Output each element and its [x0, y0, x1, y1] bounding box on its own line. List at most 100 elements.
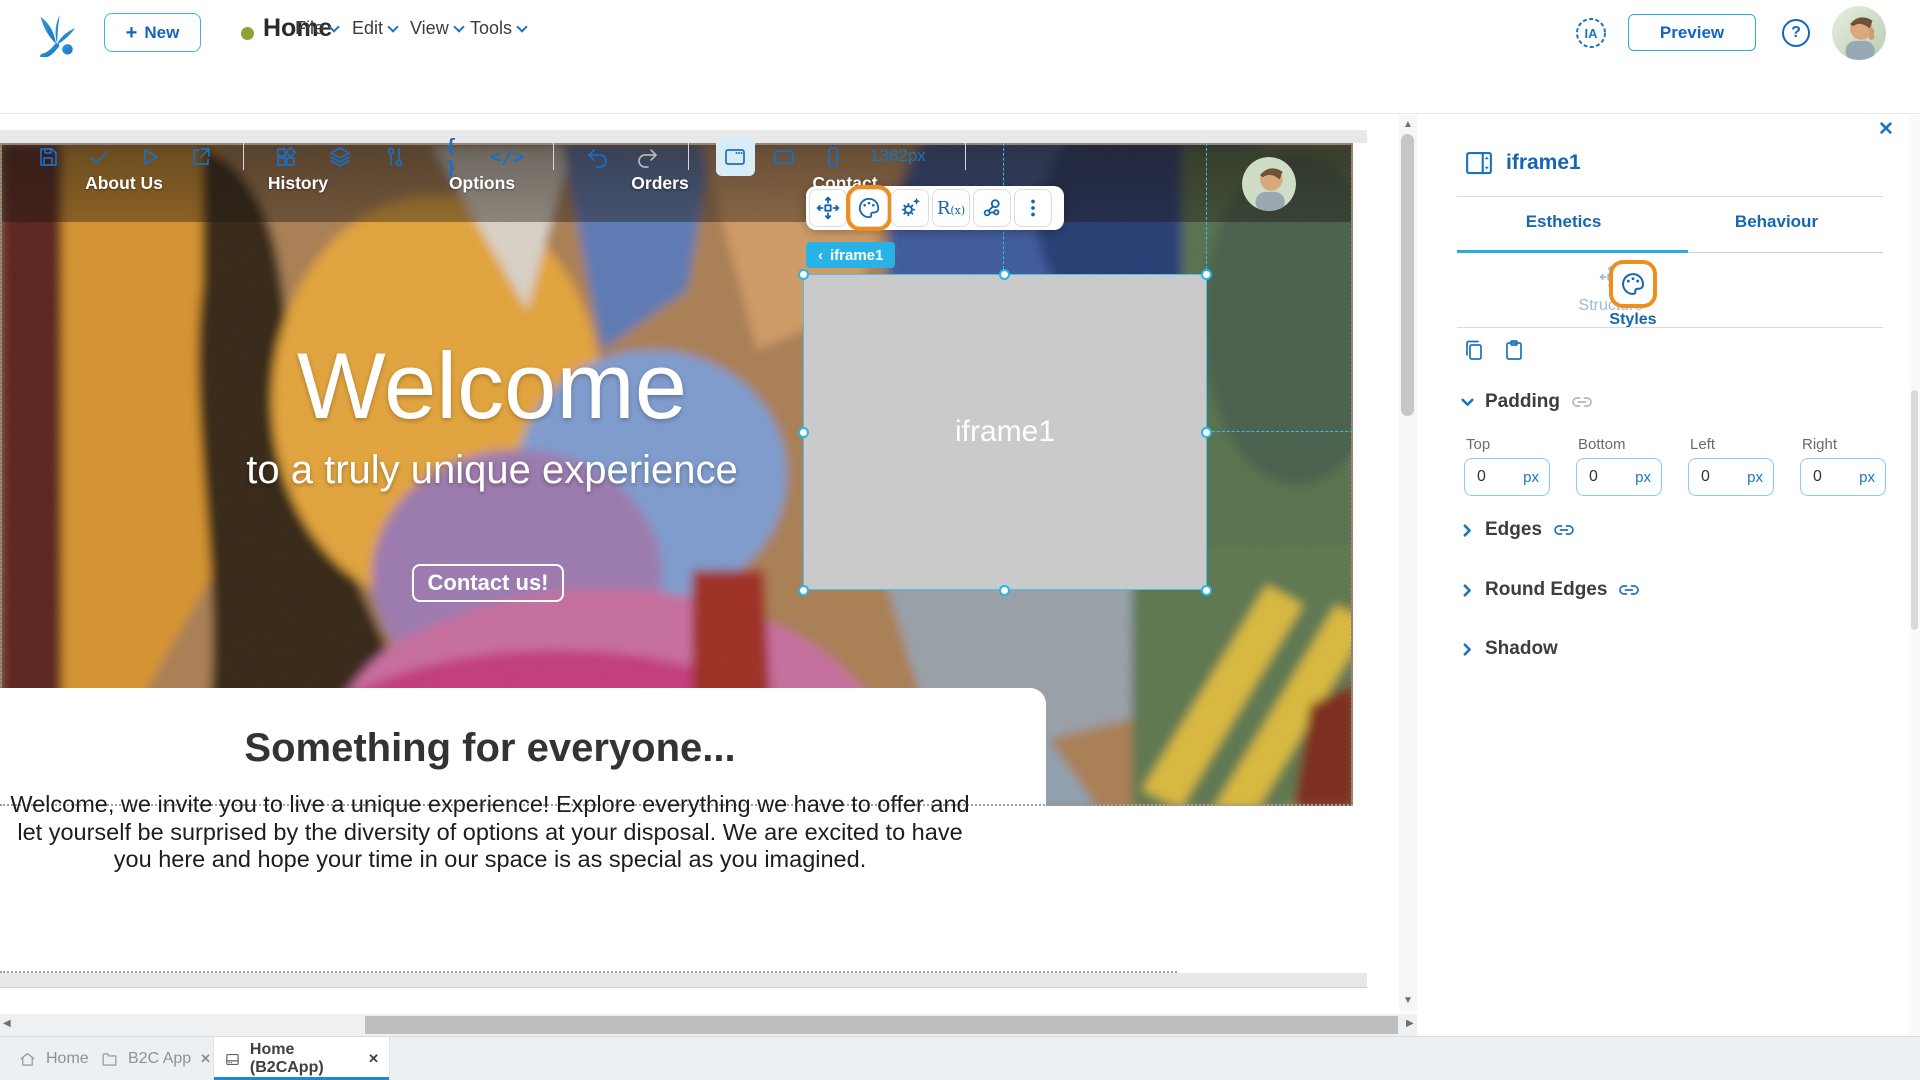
tab-home-b2capp[interactable]: Home (B2CApp) ✕	[213, 1037, 390, 1080]
padding-right-input[interactable]	[1801, 468, 1847, 486]
rules-rx-button[interactable]: R (x)	[932, 189, 970, 227]
breadcrumb-back-chevron-icon[interactable]: ‹	[818, 247, 823, 264]
tab-close-icon[interactable]: ✕	[368, 1051, 379, 1067]
panel-scrollbar[interactable]	[1909, 115, 1920, 1036]
shadow-section-header[interactable]: Shadow	[1460, 638, 1558, 660]
new-button[interactable]: + New	[104, 13, 201, 52]
device-desktop-icon[interactable]	[721, 144, 749, 170]
round-edges-section-header[interactable]: Round Edges	[1460, 578, 1641, 602]
padding-left-input[interactable]	[1689, 468, 1735, 486]
padding-bottom-input[interactable]	[1577, 468, 1623, 486]
editor-toolbar: { } </> 1382px	[0, 66, 1920, 114]
menu-edit[interactable]: Edit	[352, 18, 397, 39]
link-values-icon[interactable]	[1570, 390, 1594, 414]
toolbar-divider	[553, 143, 554, 170]
view-styles[interactable]: Styles	[1588, 264, 1678, 329]
svg-text:IA: IA	[1585, 26, 1599, 41]
folder-icon	[100, 1050, 119, 1069]
nav-item-about-us[interactable]: About Us	[85, 173, 163, 194]
save-icon[interactable]	[34, 144, 62, 170]
tab-behaviour[interactable]: Behaviour	[1670, 212, 1883, 232]
layers-icon[interactable]	[326, 144, 354, 170]
help-icon[interactable]: ?	[1782, 19, 1810, 47]
link-values-icon[interactable]	[1617, 578, 1641, 602]
panel-scrollbar-thumb[interactable]	[1911, 390, 1918, 630]
site-nav-avatar[interactable]	[1242, 157, 1296, 211]
canvas-width-value[interactable]: 1382px	[870, 146, 926, 166]
redo-icon[interactable]	[633, 144, 661, 170]
resize-handle-nw[interactable]	[798, 269, 809, 280]
run-icon[interactable]	[136, 144, 164, 170]
more-options-kebab-button[interactable]	[1014, 189, 1052, 227]
plus-icon: +	[126, 23, 138, 43]
menu-file[interactable]: File	[295, 18, 338, 39]
resize-handle-w[interactable]	[798, 427, 809, 438]
padding-bottom-unit: px	[1635, 469, 1661, 486]
canvas-horizontal-scrollbar[interactable]: ◀ ▶	[0, 1014, 1417, 1036]
contact-us-button[interactable]: Contact us!	[412, 564, 564, 602]
scroll-right-arrow[interactable]: ▶	[1406, 1019, 1414, 1029]
panel-close-icon[interactable]: ✕	[1878, 118, 1894, 141]
padding-right-unit: px	[1859, 469, 1885, 486]
edges-section-header[interactable]: Edges	[1460, 518, 1576, 542]
tab-home[interactable]: Home	[8, 1037, 99, 1080]
padding-section-header[interactable]: Padding	[1460, 390, 1594, 414]
paste-styles-icon[interactable]	[1502, 338, 1526, 362]
smart-properties-button[interactable]	[891, 189, 929, 227]
scroll-down-arrow[interactable]: ▼	[1403, 996, 1413, 1006]
divider	[1457, 196, 1883, 197]
check-icon[interactable]	[85, 144, 113, 170]
scroll-left-arrow[interactable]: ◀	[3, 1019, 11, 1029]
active-tab-underline	[1457, 250, 1688, 253]
source-code-icon[interactable]: </>	[493, 144, 521, 170]
resize-handle-s[interactable]	[999, 585, 1010, 596]
tab-close-icon[interactable]: ✕	[200, 1051, 211, 1067]
iframe1-widget[interactable]: iframe1	[803, 274, 1207, 590]
app-logo-icon[interactable]	[30, 11, 80, 57]
saved-status-dot	[241, 27, 254, 40]
resize-handle-sw[interactable]	[798, 585, 809, 596]
top-header: + New Home File Edit View Tools IA Previ…	[0, 0, 1920, 66]
export-icon[interactable]	[187, 144, 215, 170]
resize-handle-n[interactable]	[999, 269, 1010, 280]
device-tablet-icon[interactable]	[770, 144, 798, 170]
resize-handle-se[interactable]	[1201, 585, 1212, 596]
section-heading[interactable]: Something for everyone...	[0, 726, 980, 771]
section-paragraph[interactable]: Welcome, we invite you to live a unique …	[8, 791, 972, 874]
scroll-up-arrow[interactable]: ▲	[1403, 120, 1413, 130]
nav-item-history[interactable]: History	[268, 173, 328, 194]
horizontal-scrollbar-thumb[interactable]	[365, 1016, 1398, 1034]
styles-palette-button[interactable]	[850, 189, 888, 227]
connections-button[interactable]	[973, 189, 1011, 227]
copy-styles-icon[interactable]	[1462, 338, 1486, 362]
braces-icon[interactable]: { }	[437, 144, 465, 170]
move-widget-button[interactable]	[809, 189, 847, 227]
tab-b2c-app[interactable]: B2C App ✕	[90, 1037, 221, 1080]
widgets-icon[interactable]	[272, 144, 300, 170]
widget-floating-toolbar: R (x)	[806, 186, 1064, 230]
selection-breadcrumb[interactable]: ‹ iframe1	[806, 242, 895, 268]
padding-top-input[interactable]	[1465, 468, 1511, 486]
code-glyph: </>	[490, 146, 524, 168]
nav-item-orders[interactable]: Orders	[631, 173, 688, 194]
menu-tools[interactable]: Tools	[470, 18, 526, 39]
panel-widget-name: iframe1	[1506, 151, 1581, 175]
menu-view[interactable]: View	[410, 18, 463, 39]
device-phone-icon[interactable]	[819, 144, 847, 170]
clipboard-actions	[1462, 338, 1526, 362]
tab-esthetics[interactable]: Esthetics	[1457, 212, 1670, 232]
padding-section-label: Padding	[1485, 391, 1560, 413]
styles-highlight-ring	[1613, 264, 1653, 304]
ia-badge[interactable]: IA	[1573, 15, 1609, 51]
iframe-icon	[1464, 148, 1494, 178]
undo-icon[interactable]	[584, 144, 612, 170]
canvas-vertical-scrollbar[interactable]: ▲ ▼	[1399, 115, 1417, 1011]
resize-handle-e[interactable]	[1201, 427, 1212, 438]
preview-button[interactable]: Preview	[1628, 14, 1756, 51]
link-values-icon[interactable]	[1552, 518, 1576, 542]
variables-icon[interactable]	[381, 144, 409, 170]
user-avatar[interactable]	[1832, 6, 1886, 60]
vertical-scrollbar-thumb[interactable]	[1401, 134, 1414, 416]
menu-edit-label: Edit	[352, 18, 383, 39]
resize-handle-ne[interactable]	[1201, 269, 1212, 280]
